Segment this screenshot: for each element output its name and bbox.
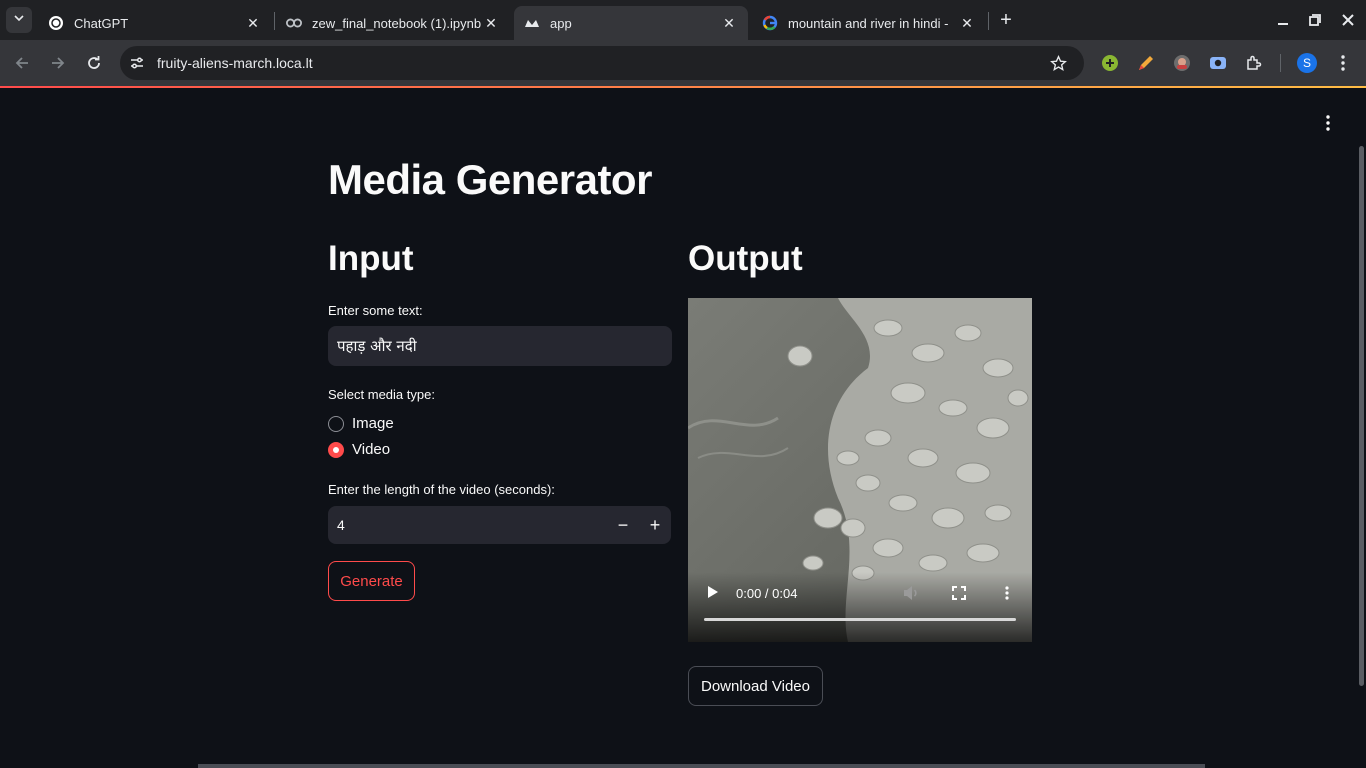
tab-title: app (550, 15, 572, 31)
close-icon[interactable]: ✕ (244, 14, 262, 32)
tab-separator (988, 12, 989, 30)
text-input[interactable] (328, 326, 672, 366)
volume-icon[interactable] (902, 584, 920, 602)
url-text: fruity-aliens-march.loca.lt (157, 55, 313, 71)
tab-title: ChatGPT (74, 15, 129, 31)
reload-button[interactable] (82, 51, 106, 75)
close-window-button[interactable] (1336, 8, 1360, 32)
video-length-input[interactable]: 4 − + (328, 506, 671, 544)
chatgpt-icon (48, 15, 64, 31)
video-progress-bar[interactable] (704, 618, 1016, 621)
radio-label-image: Image (352, 415, 394, 432)
streamlit-icon (524, 15, 540, 31)
play-icon[interactable] (704, 584, 720, 600)
extension-pencil-icon[interactable] (1136, 53, 1156, 73)
streamlit-decoration-line (0, 86, 1366, 88)
radio-button-video[interactable] (328, 441, 344, 458)
tab-colab-notebook[interactable]: zew_final_notebook (1).ipynb ✕ (276, 6, 510, 40)
new-tab-button[interactable]: + (995, 9, 1017, 31)
tab-search-button[interactable] (6, 7, 32, 33)
tab-google-search[interactable]: mountain and river in hindi - ✕ (752, 6, 986, 40)
video-controls-overlay (688, 572, 1032, 642)
page-title: Media Generator (328, 156, 652, 203)
extension-plus-icon[interactable] (1100, 53, 1120, 73)
minimize-button[interactable] (1271, 8, 1295, 32)
generate-button[interactable]: Generate (328, 561, 415, 601)
input-heading: Input (328, 239, 414, 278)
video-options-icon[interactable] (998, 584, 1016, 602)
decrement-button[interactable]: − (611, 513, 635, 537)
video-player[interactable]: 0:00 / 0:04 (688, 298, 1032, 642)
fullscreen-icon[interactable] (950, 584, 968, 602)
tab-app[interactable]: app ✕ (514, 6, 748, 40)
google-icon (762, 15, 778, 31)
extensions-puzzle-icon[interactable] (1244, 53, 1264, 73)
close-icon[interactable]: ✕ (482, 14, 500, 32)
tab-title: mountain and river in hindi - (788, 15, 949, 31)
bookmark-star-icon[interactable] (1049, 54, 1067, 72)
text-input-label: Enter some text: (328, 303, 423, 318)
back-button[interactable] (10, 51, 34, 75)
page-bottom-edge (198, 764, 1205, 768)
media-type-label: Select media type: (328, 387, 435, 402)
radio-option-image[interactable]: Image (328, 415, 394, 432)
chevron-down-icon (13, 11, 25, 29)
tab-strip: ChatGPT ✕ zew_final_notebook (1).ipynb ✕… (0, 0, 1366, 40)
extension-avatar-icon[interactable] (1172, 53, 1192, 73)
restore-button[interactable] (1303, 8, 1327, 32)
colab-icon (286, 15, 302, 31)
tab-title: zew_final_notebook (1).ipynb (312, 15, 482, 31)
tab-chatgpt[interactable]: ChatGPT ✕ (38, 6, 272, 40)
page-scrollbar[interactable] (1359, 146, 1364, 686)
output-heading: Output (688, 239, 803, 278)
browser-toolbar: fruity-aliens-march.loca.lt (0, 40, 1366, 86)
profile-avatar[interactable]: S (1297, 53, 1317, 73)
toolbar-separator (1280, 54, 1281, 72)
tab-separator (274, 12, 275, 30)
close-icon[interactable]: ✕ (720, 14, 738, 32)
increment-button[interactable]: + (643, 513, 667, 537)
video-length-value: 4 (337, 517, 345, 533)
more-vert-icon[interactable] (1333, 53, 1353, 73)
address-bar[interactable]: fruity-aliens-march.loca.lt (120, 46, 1084, 80)
forward-button[interactable] (46, 51, 70, 75)
radio-option-video[interactable]: Video (328, 441, 390, 458)
video-time: 0:00 / 0:04 (736, 586, 798, 601)
site-settings-icon[interactable] (128, 54, 146, 72)
video-length-label: Enter the length of the video (seconds): (328, 482, 555, 497)
radio-button-image[interactable] (328, 415, 344, 432)
app-main-menu-icon[interactable] (1318, 113, 1338, 133)
radio-label-video: Video (352, 441, 391, 458)
close-icon[interactable]: ✕ (958, 14, 976, 32)
download-video-button[interactable]: Download Video (688, 666, 823, 706)
extension-screen-icon[interactable] (1208, 53, 1228, 73)
